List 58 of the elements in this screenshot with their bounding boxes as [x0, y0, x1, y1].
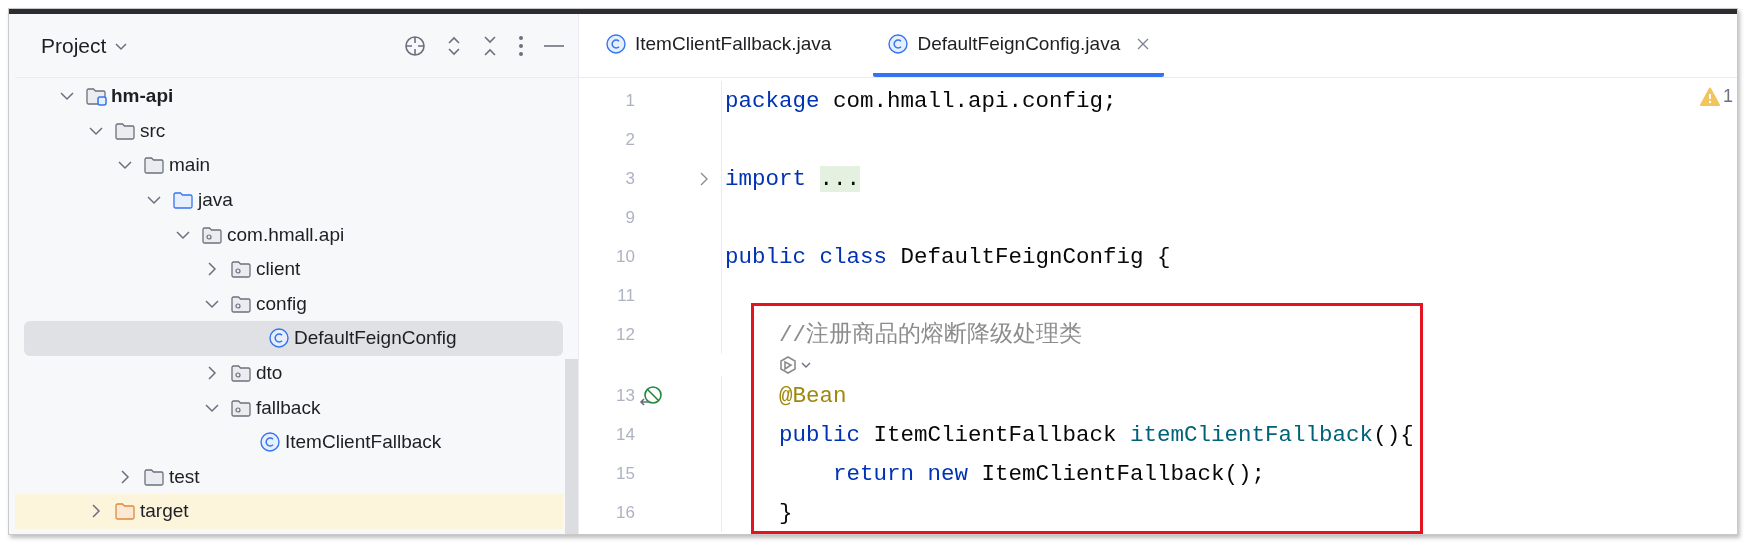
tree-item[interactable]: com.hmall.api: [15, 217, 563, 252]
package-icon: [230, 258, 252, 281]
code-line: //注册商品的熔断降级处理类: [778, 320, 1082, 350]
warning-count[interactable]: 1: [1723, 86, 1733, 107]
line-number: 14: [615, 424, 635, 445]
line-number: 3: [624, 168, 635, 189]
line-number: 15: [615, 463, 635, 484]
close-icon[interactable]: [1136, 36, 1151, 51]
line-number: 12: [615, 324, 635, 345]
minimize-icon[interactable]: [544, 43, 564, 48]
editor-tab[interactable]: ItemClientFallback.java: [591, 14, 846, 77]
tree-item[interactable]: client: [15, 251, 563, 287]
line-number: 1: [624, 90, 635, 111]
tree-item[interactable]: java: [15, 182, 563, 218]
inlay-hint-icon[interactable]: [778, 355, 798, 375]
tree-item[interactable]: main: [15, 148, 563, 183]
class-icon: [887, 32, 910, 55]
panel-title[interactable]: Project: [41, 33, 107, 58]
code-line: public ItemClientFallback itemClientFallback(){: [778, 420, 1414, 450]
tree-item[interactable]: DefaultFeignConfig: [24, 321, 563, 356]
warning-icon: [1700, 87, 1720, 106]
tree-item[interactable]: src: [15, 113, 563, 149]
scrollbar[interactable]: [565, 359, 578, 534]
code-line: @Bean: [778, 381, 847, 411]
tree-item[interactable]: dto: [15, 355, 563, 391]
tree-item[interactable]: target: [15, 494, 563, 529]
caret-icon[interactable]: [801, 361, 811, 369]
line-number: 9: [624, 207, 635, 228]
code-line: }: [778, 498, 793, 528]
class-icon: [605, 32, 627, 55]
module-folder-icon: [85, 85, 107, 108]
class-icon: [259, 431, 281, 454]
tree-item[interactable]: test: [15, 459, 563, 495]
more-icon[interactable]: [518, 34, 524, 57]
code-line: import ...: [725, 164, 861, 194]
class-icon: [268, 327, 290, 350]
folder-icon: [114, 500, 136, 523]
tree-item[interactable]: hm-api: [15, 79, 563, 114]
line-number: 11: [616, 285, 635, 306]
package-icon: [230, 362, 252, 385]
tree-item[interactable]: ItemClientFallback: [15, 424, 563, 460]
tree-item[interactable]: fallback: [15, 390, 563, 425]
folder-icon: [172, 189, 194, 212]
expand-all-icon[interactable]: [446, 34, 462, 57]
line-number: 13: [615, 385, 635, 406]
chevron-down-icon[interactable]: [114, 40, 129, 51]
line-number: 2: [624, 129, 635, 150]
line-number: 10: [615, 246, 635, 267]
tree-item[interactable]: config: [15, 286, 563, 322]
line-number: 16: [615, 502, 635, 523]
code-line: package com.hmall.api.config;: [725, 86, 1117, 116]
folder-icon: [143, 154, 165, 177]
code-line: public class DefaultFeignConfig {: [725, 242, 1171, 272]
collapse-all-icon[interactable]: [482, 34, 498, 57]
bean-gutter-icon[interactable]: [639, 384, 663, 407]
editor-tab[interactable]: DefaultFeignConfig.java: [873, 14, 1165, 77]
crosshair-icon[interactable]: [404, 34, 426, 57]
code-line: return new ItemClientFallback();: [832, 459, 1266, 489]
